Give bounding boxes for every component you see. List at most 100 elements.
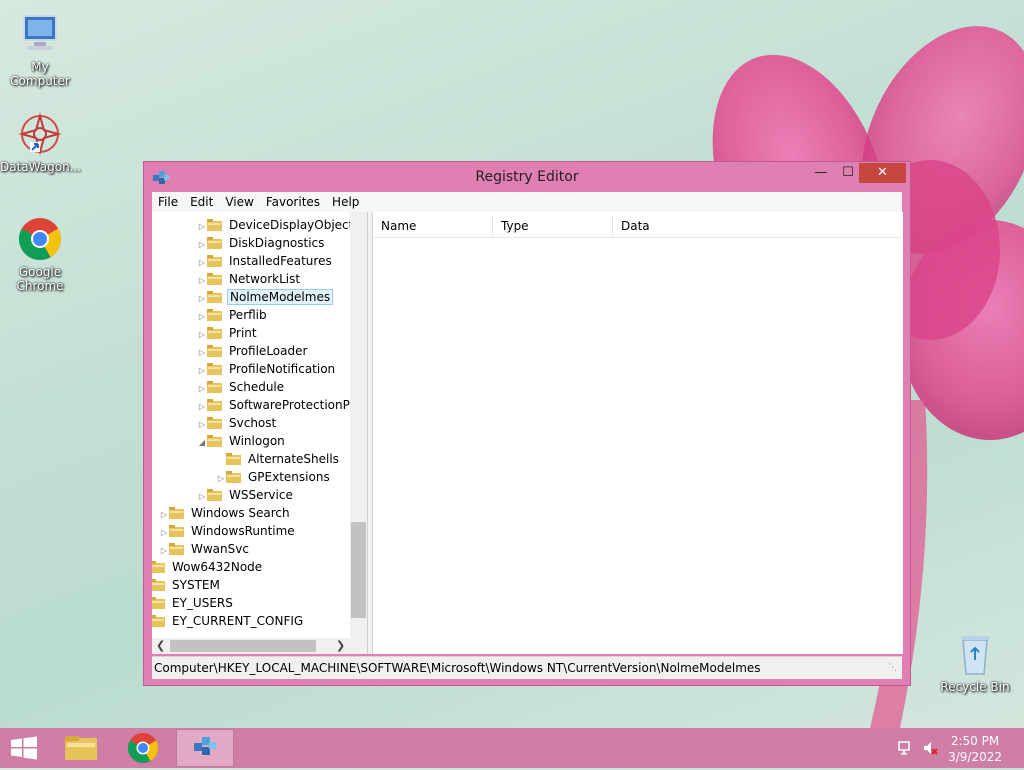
taskbar-chrome[interactable] bbox=[114, 729, 172, 767]
tree-node-label: EY_CURRENT_CONFIG bbox=[172, 614, 304, 628]
registry-editor-icon bbox=[194, 737, 216, 755]
system-clock[interactable]: 2:50 PM 3/9/2022 bbox=[948, 733, 1002, 765]
taskbar-file-explorer[interactable] bbox=[52, 729, 110, 767]
folder-icon bbox=[152, 596, 165, 609]
tree-node-label: Perflib bbox=[229, 308, 267, 322]
desktop-icon-label: My Computer bbox=[10, 60, 70, 88]
menu-view[interactable]: View bbox=[219, 192, 259, 209]
folder-icon bbox=[169, 506, 184, 519]
expand-arrow-icon[interactable]: ◢ bbox=[197, 434, 207, 452]
folder-icon bbox=[152, 578, 165, 591]
vertical-scroll-thumb[interactable] bbox=[351, 522, 366, 618]
tree-node-label: ProfileNotification bbox=[229, 362, 336, 376]
tree-node-label: InstalledFeatures bbox=[229, 254, 332, 268]
scroll-left-icon[interactable]: ❮ bbox=[156, 639, 165, 652]
tree-horizontal-scrollbar[interactable]: ❮ ❯ bbox=[152, 638, 367, 654]
tree-node[interactable]: EY_USERS bbox=[152, 594, 235, 612]
tree-node-label: EY_USERS bbox=[172, 596, 233, 610]
title-bar[interactable]: Registry Editor — ☐ ✕ bbox=[144, 162, 910, 192]
tree-node[interactable]: ▷ SoftwareProtectionPla bbox=[197, 396, 363, 414]
tree-node[interactable]: ▷ WwanSvc bbox=[159, 540, 251, 558]
folder-icon bbox=[207, 272, 222, 285]
tree-node[interactable]: ▷ NolmeModelmes bbox=[197, 288, 334, 306]
tree-node[interactable]: ◢ Winlogon bbox=[197, 432, 287, 450]
taskbar: 2:50 PM 3/9/2022 bbox=[0, 728, 1024, 768]
tree-node[interactable]: ▷ DeviceDisplayObjects bbox=[197, 216, 362, 234]
maximize-button[interactable]: ☐ bbox=[834, 163, 862, 183]
tree-node[interactable]: ▷ Perflib bbox=[197, 306, 269, 324]
menu-favorites[interactable]: Favorites bbox=[260, 192, 326, 209]
horizontal-scroll-thumb[interactable] bbox=[170, 640, 316, 652]
tree-node[interactable]: SYSTEM bbox=[152, 576, 222, 594]
recycle-bin-icon bbox=[951, 630, 999, 678]
column-header-divider bbox=[373, 237, 901, 238]
tree-node[interactable]: ▷ Schedule bbox=[197, 378, 286, 396]
tree-node[interactable]: Wow6432Node bbox=[152, 558, 264, 576]
datawagon-icon bbox=[16, 110, 64, 158]
chrome-icon bbox=[127, 733, 159, 764]
folder-icon bbox=[169, 524, 184, 537]
taskbar-registry-editor[interactable] bbox=[176, 729, 234, 767]
tree-node-label: Winlogon bbox=[229, 434, 285, 448]
minimize-button[interactable]: — bbox=[807, 163, 835, 183]
tree-node-label: WindowsRuntime bbox=[191, 524, 295, 538]
desktop-icon-google-chrome[interactable]: Google Chrome bbox=[0, 215, 80, 293]
desktop-icon-recycle-bin[interactable]: Recycle Bin bbox=[935, 630, 1015, 694]
status-path: Computer\HKEY_LOCAL_MACHINE\SOFTWARE\Mic… bbox=[154, 661, 761, 675]
folder-icon bbox=[207, 236, 222, 249]
tree-node[interactable]: ▷ NetworkList bbox=[197, 270, 302, 288]
folder-icon bbox=[207, 326, 222, 339]
folder-icon bbox=[207, 308, 222, 321]
start-button[interactable] bbox=[0, 729, 58, 767]
tree-node-label: Wow6432Node bbox=[172, 560, 263, 574]
tree-node-label: Print bbox=[229, 326, 257, 340]
tree-node-label: DeviceDisplayObjects bbox=[229, 218, 360, 232]
tree-node-label: DiskDiagnostics bbox=[229, 236, 325, 250]
tree-node[interactable]: ▷ ProfileLoader bbox=[197, 342, 309, 360]
folder-icon bbox=[207, 290, 222, 303]
folder-icon bbox=[152, 560, 165, 573]
menu-edit[interactable]: Edit bbox=[184, 192, 219, 209]
folder-icon bbox=[207, 380, 222, 393]
tree-node-label: WSService bbox=[229, 488, 293, 502]
menu-file[interactable]: File bbox=[152, 192, 184, 209]
tree-node-label: SoftwareProtectionPla bbox=[229, 398, 361, 412]
desktop-icon-my-computer[interactable]: My Computer bbox=[0, 10, 80, 88]
desktop-icon-label: Recycle Bin bbox=[940, 680, 1010, 694]
column-header-type[interactable]: Type bbox=[493, 216, 613, 236]
scroll-right-icon[interactable]: ❯ bbox=[336, 639, 345, 652]
tree-node-label: Svchost bbox=[229, 416, 277, 430]
menu-help[interactable]: Help bbox=[326, 192, 365, 209]
network-icon[interactable] bbox=[898, 740, 914, 756]
column-header-name[interactable]: Name bbox=[373, 216, 493, 236]
folder-icon bbox=[207, 362, 222, 375]
tree-node-label: NolmeModelmes bbox=[227, 289, 334, 305]
tree-node[interactable]: ▷ Print bbox=[197, 324, 259, 342]
tree-node-label: SYSTEM bbox=[172, 578, 220, 592]
values-list[interactable]: Name Type Data bbox=[372, 212, 903, 654]
folder-icon bbox=[207, 416, 222, 429]
tree-node[interactable]: EY_CURRENT_CONFIG bbox=[152, 612, 305, 630]
desktop-icon-datawagon[interactable]: DataWagon... bbox=[0, 110, 81, 174]
tree-node[interactable]: ▷ Svchost bbox=[197, 414, 278, 432]
close-button[interactable]: ✕ bbox=[859, 163, 906, 183]
tree-node[interactable]: ▷ InstalledFeatures bbox=[197, 252, 334, 270]
tree-node[interactable]: AlternateShells bbox=[216, 450, 341, 468]
folder-icon bbox=[207, 398, 222, 411]
tree-node[interactable]: ▷ Windows Search bbox=[159, 504, 292, 522]
tree-node-label: AlternateShells bbox=[248, 452, 339, 466]
folder-icon bbox=[226, 470, 241, 483]
column-header-data[interactable]: Data bbox=[613, 216, 901, 236]
tree-node[interactable]: ▷ WSService bbox=[197, 486, 295, 504]
folder-icon bbox=[65, 736, 97, 760]
resize-grip-icon[interactable]: ⋱ bbox=[888, 663, 897, 673]
tree-node[interactable]: ▷ GPExtensions bbox=[216, 468, 332, 486]
tree-node[interactable]: ▷ DiskDiagnostics bbox=[197, 234, 326, 252]
desktop-icon-label: Google Chrome bbox=[16, 265, 64, 293]
tree-node[interactable]: ▷ ProfileNotification bbox=[197, 360, 337, 378]
volume-muted-icon[interactable] bbox=[922, 740, 938, 756]
tree-node[interactable]: ▷ WindowsRuntime bbox=[159, 522, 297, 540]
client-area: ▷ DeviceDisplayObjects ▷ DiskDiagnostics ▷ In… bbox=[152, 212, 903, 654]
tree-vertical-scrollbar[interactable] bbox=[350, 212, 367, 638]
registry-tree: ▷ DeviceDisplayObjects ▷ DiskDiagnostics ▷ In… bbox=[152, 212, 368, 654]
